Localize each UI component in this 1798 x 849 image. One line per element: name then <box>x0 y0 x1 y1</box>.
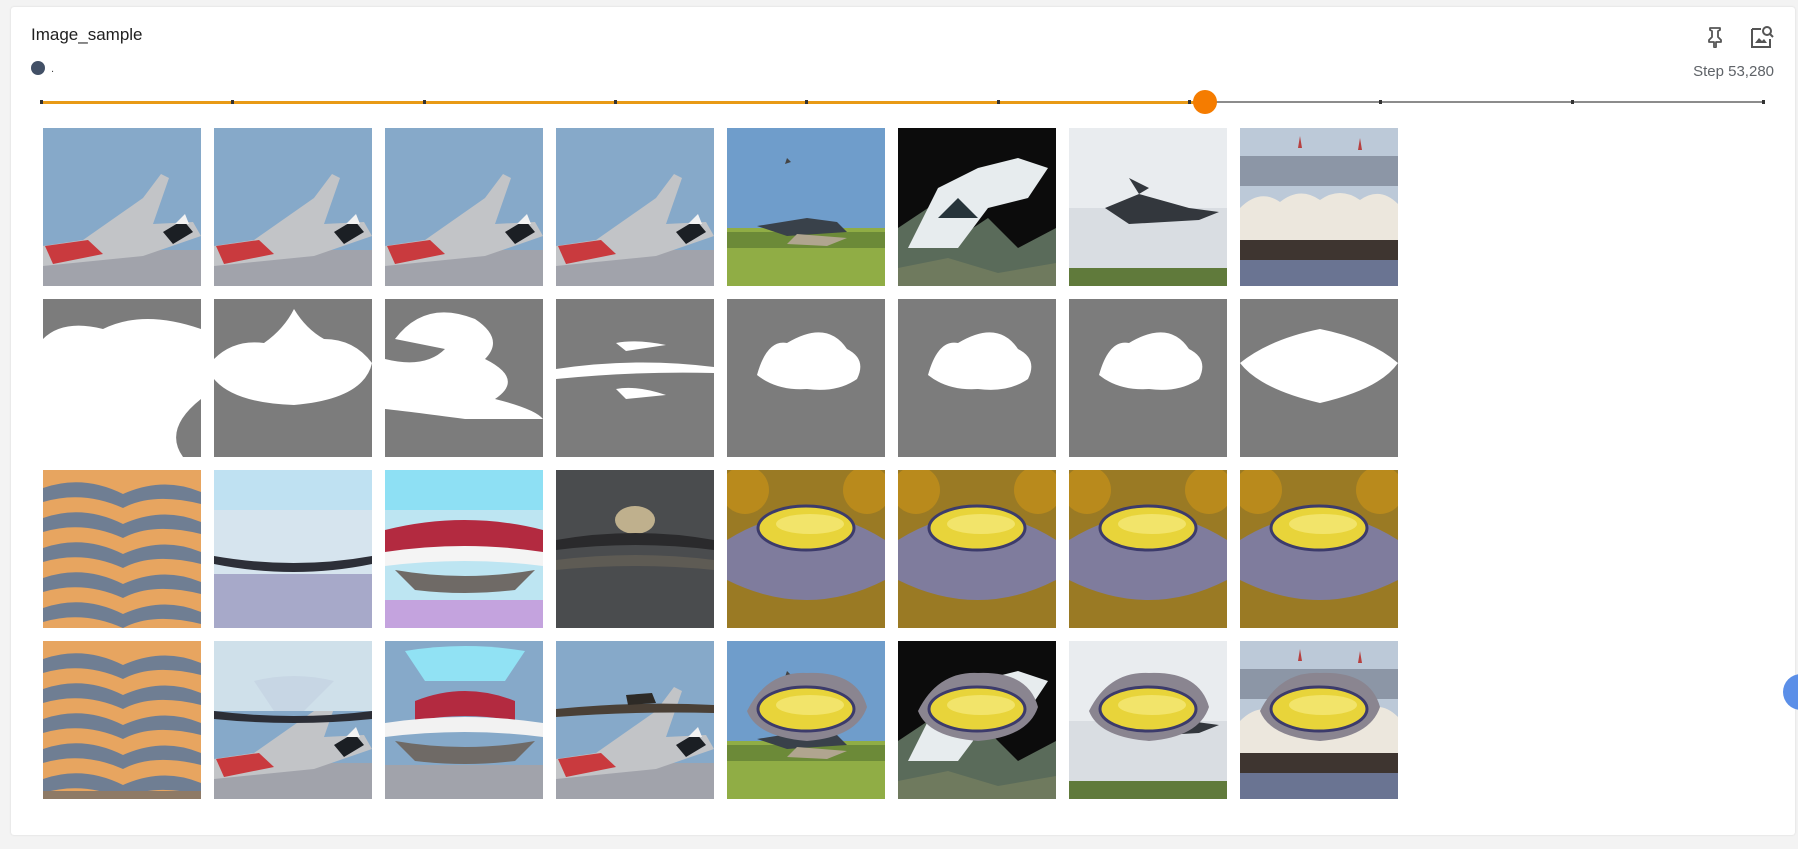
slider-tick <box>231 100 235 104</box>
thumbnail-image <box>727 299 885 457</box>
generated-patche-thumbnail[interactable] <box>1069 470 1227 628</box>
run-color-dot <box>31 61 45 75</box>
run-label: . <box>51 63 55 75</box>
thumbnail-image <box>727 128 885 286</box>
generated-patche-thumbnail[interactable] <box>385 470 543 628</box>
composited-image-thumbnail[interactable] <box>1240 641 1398 799</box>
mask-thumbnail[interactable] <box>1069 299 1227 457</box>
thumbnail-image <box>385 128 543 286</box>
image-search-icon <box>1751 26 1774 48</box>
input-image-thumbnail[interactable] <box>43 128 201 286</box>
thumbnail-image <box>43 299 201 457</box>
generated-patche-thumbnail[interactable] <box>727 470 885 628</box>
composited-image-thumbnail[interactable] <box>556 641 714 799</box>
image-grid <box>43 128 1398 799</box>
slider-thumb[interactable] <box>1192 90 1217 114</box>
thumbnail-image <box>214 470 372 628</box>
mask-thumbnail[interactable] <box>214 299 372 457</box>
slider-tick <box>422 100 426 104</box>
step-label: Step 53,280 <box>1693 63 1774 80</box>
composited-image-thumbnail[interactable] <box>214 641 372 799</box>
thumbnail-image <box>214 641 372 799</box>
thumbnail-image <box>1069 470 1227 628</box>
composited-image-thumbnail[interactable] <box>1069 641 1227 799</box>
composited-image-thumbnail[interactable] <box>898 641 1056 799</box>
pin-button[interactable] <box>1698 20 1732 54</box>
fullscreen-button[interactable] <box>1745 20 1779 54</box>
generated-patche-thumbnail[interactable] <box>214 470 372 628</box>
mask-thumbnail[interactable] <box>556 299 714 457</box>
input-image-thumbnail[interactable] <box>385 128 543 286</box>
slider-tick <box>1379 100 1383 104</box>
generated-patche-thumbnail[interactable] <box>898 470 1056 628</box>
mask-thumbnail[interactable] <box>385 299 543 457</box>
thumbnail-image <box>1069 299 1227 457</box>
generated-patche-thumbnail[interactable] <box>43 470 201 628</box>
slider-tick <box>1762 100 1765 104</box>
thumbnail-image <box>898 641 1056 799</box>
slider-tick <box>805 100 809 104</box>
thumbnail-image <box>385 299 543 457</box>
mask-thumbnail[interactable] <box>727 299 885 457</box>
thumbnail-image <box>214 299 372 457</box>
thumbnail-image <box>385 470 543 628</box>
thumbnail-image <box>1069 128 1227 286</box>
generated-patche-thumbnail[interactable] <box>1240 470 1398 628</box>
thumbnail-image <box>43 470 201 628</box>
thumbnail-image <box>1240 128 1398 286</box>
thumbnail-image <box>898 299 1056 457</box>
slider-tick <box>1188 100 1191 104</box>
slider-tick <box>996 100 1000 104</box>
input-image-thumbnail[interactable] <box>556 128 714 286</box>
thumbnail-image <box>898 470 1056 628</box>
slider-tick <box>1570 100 1574 104</box>
thumbnail-image <box>556 128 714 286</box>
thumbnail-image <box>1240 641 1398 799</box>
input-image-thumbnail[interactable] <box>214 128 372 286</box>
step-slider[interactable] <box>40 90 1765 114</box>
generated-patche-thumbnail[interactable] <box>556 470 714 628</box>
slider-tick <box>614 100 617 104</box>
thumbnail-image <box>1069 641 1227 799</box>
thumbnail-image <box>727 470 885 628</box>
composited-image-thumbnail[interactable] <box>727 641 885 799</box>
composited-image-thumbnail[interactable] <box>43 641 201 799</box>
thumbnail-image <box>43 128 201 286</box>
thumbnail-image <box>385 641 543 799</box>
mask-thumbnail[interactable] <box>898 299 1056 457</box>
slider-tick <box>40 100 43 104</box>
thumbnail-image <box>898 128 1056 286</box>
mask-thumbnail[interactable] <box>1240 299 1398 457</box>
thumbnail-image <box>556 641 714 799</box>
slider-track-fill <box>41 101 1205 104</box>
thumbnail-image <box>556 299 714 457</box>
input-image-thumbnail[interactable] <box>1240 128 1398 286</box>
thumbnail-image <box>43 641 201 799</box>
input-image-thumbnail[interactable] <box>727 128 885 286</box>
input-image-thumbnail[interactable] <box>898 128 1056 286</box>
thumbnail-image <box>727 641 885 799</box>
card-title: Image_sample <box>31 25 143 44</box>
input-image-thumbnail[interactable] <box>1069 128 1227 286</box>
pin-icon <box>1708 27 1722 48</box>
thumbnail-image <box>1240 470 1398 628</box>
thumbnail-image <box>214 128 372 286</box>
composited-image-thumbnail[interactable] <box>385 641 543 799</box>
mask-thumbnail[interactable] <box>43 299 201 457</box>
thumbnail-image <box>1240 299 1398 457</box>
thumbnail-image <box>556 470 714 628</box>
